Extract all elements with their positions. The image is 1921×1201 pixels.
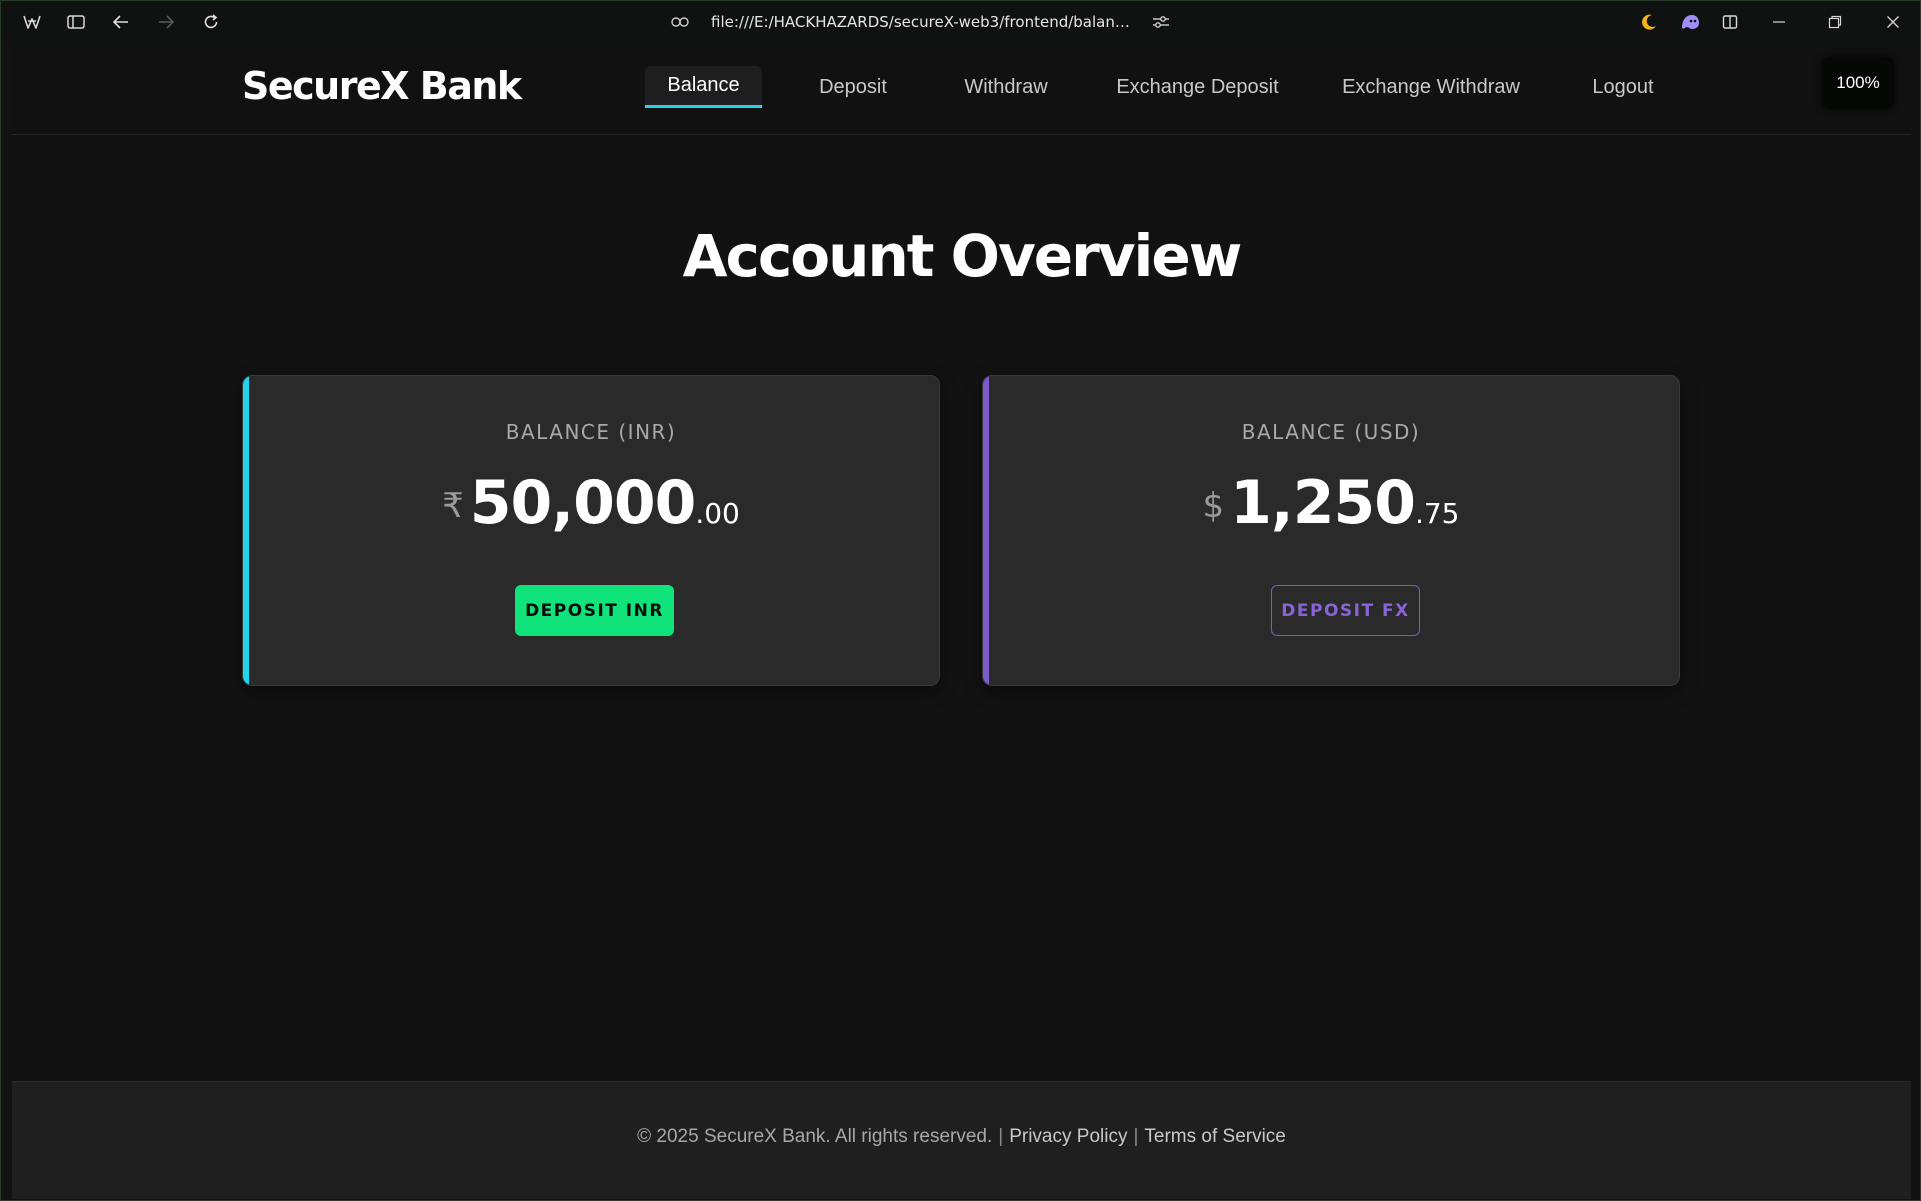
copyright-text: © 2025 SecureX Bank. All rights reserved…	[637, 1126, 993, 1147]
balance-card-usd: BALANCE (USD) $1,250.75 DEPOSIT FX	[982, 375, 1680, 686]
url-text[interactable]: file:///E:/HACKHAZARDS/secureX-web3/fron…	[711, 13, 1136, 31]
amount-decimal: .75	[1414, 497, 1460, 530]
nav-logout[interactable]: Logout	[1575, 66, 1671, 108]
restore-icon[interactable]	[1824, 11, 1846, 33]
link-icon	[669, 11, 691, 33]
currency-symbol: $	[1202, 486, 1225, 526]
ghost-extension-icon[interactable]	[1679, 11, 1701, 33]
balance-amount: ₹50,000.00	[243, 468, 939, 538]
browser-toolbar: file:///E:/HACKHAZARDS/secureX-web3/fron…	[1, 1, 1920, 42]
amount-whole: 50,000	[469, 468, 697, 538]
forward-arrow-icon[interactable]	[155, 11, 177, 33]
terms-of-service-link[interactable]: Terms of Service	[1144, 1126, 1285, 1147]
address-bar[interactable]: file:///E:/HACKHAZARDS/secureX-web3/fron…	[669, 8, 1174, 36]
sliders-icon[interactable]	[1150, 11, 1172, 33]
footer-separator: |	[1133, 1126, 1139, 1147]
amount-whole: 1,250	[1230, 468, 1416, 538]
brand-logo[interactable]: SecureX Bank	[242, 64, 522, 108]
nav-withdraw[interactable]: Withdraw	[939, 66, 1073, 108]
browser-window: file:///E:/HACKHAZARDS/secureX-web3/fron…	[0, 0, 1921, 1201]
back-arrow-icon[interactable]	[110, 11, 132, 33]
currency-symbol: ₹	[442, 486, 464, 526]
zoom-indicator[interactable]: 100%	[1822, 57, 1894, 109]
nav-deposit[interactable]: Deposit	[797, 66, 909, 108]
nav-exchange-deposit[interactable]: Exchange Deposit	[1099, 66, 1296, 108]
reload-icon[interactable]	[200, 11, 222, 33]
amount-decimal: .00	[695, 497, 740, 530]
close-icon[interactable]	[1882, 11, 1904, 33]
split-view-icon[interactable]	[1719, 11, 1741, 33]
card-label: BALANCE (INR)	[505, 420, 677, 444]
browser-logo-icon[interactable]	[21, 11, 43, 33]
site-footer: © 2025 SecureX Bank. All rights reserved…	[12, 1081, 1911, 1199]
site-navbar: SecureX Bank Balance Deposit Withdraw Ex…	[12, 42, 1911, 135]
minimize-icon[interactable]	[1768, 11, 1790, 33]
deposit-fx-button[interactable]: DEPOSIT FX	[1271, 585, 1420, 636]
footer-text: © 2025 SecureX Bank. All rights reserved…	[12, 1126, 1911, 1148]
deposit-inr-button[interactable]: DEPOSIT INR	[515, 585, 674, 636]
nav-balance[interactable]: Balance	[645, 66, 762, 108]
balance-amount: $1,250.75	[983, 468, 1679, 538]
page-body: SecureX Bank Balance Deposit Withdraw Ex…	[12, 42, 1911, 1199]
moon-icon[interactable]	[1638, 11, 1660, 33]
sidebar-toggle-icon[interactable]	[65, 11, 87, 33]
card-label: BALANCE (USD)	[1241, 420, 1421, 444]
nav-exchange-withdraw[interactable]: Exchange Withdraw	[1325, 66, 1537, 108]
footer-separator: |	[998, 1126, 1004, 1147]
page-title: Account Overview	[682, 222, 1243, 290]
balance-card-inr: BALANCE (INR) ₹50,000.00 DEPOSIT INR	[242, 375, 940, 686]
privacy-policy-link[interactable]: Privacy Policy	[1009, 1126, 1127, 1147]
